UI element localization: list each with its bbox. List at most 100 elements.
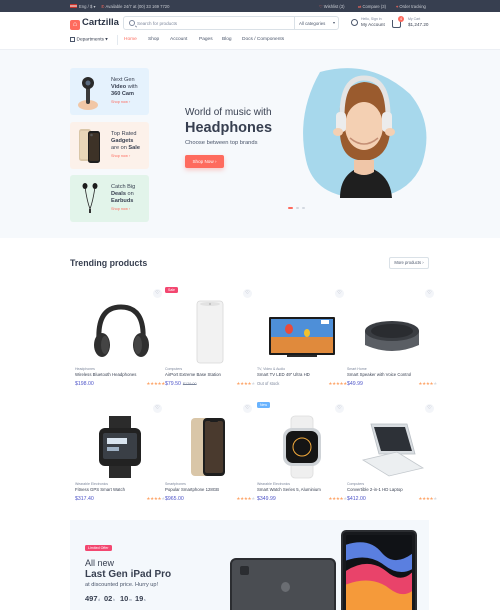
menu-item-home[interactable]: Home	[124, 37, 137, 42]
product-card[interactable]: ♡ Wearable Electronics Fitness GPS Smart…	[75, 402, 165, 514]
speaker-product-image	[365, 321, 419, 351]
promo-shop-link[interactable]: Shop now ›	[111, 207, 130, 211]
product-card[interactable]: Sale ♡ Computers AirPort Extreme Base St…	[165, 287, 255, 399]
section-title-trending: Trending products	[70, 258, 148, 268]
rating-stars: ★★★★★	[146, 381, 165, 386]
category-select[interactable]: All categories ▾	[294, 17, 339, 29]
new-badge: New	[257, 402, 271, 408]
rating-stars: ★★★★★	[418, 381, 437, 386]
user-icon	[351, 19, 358, 26]
limited-offer-badge: Limited Offer	[85, 545, 112, 551]
ipad-screen-art	[346, 535, 412, 610]
menu-item-account[interactable]: Account	[170, 37, 187, 42]
phones-image	[79, 129, 100, 163]
earbuds-image	[82, 183, 98, 213]
cam-image	[78, 77, 98, 110]
topbar: Eng / $ ▾ ✆Available 24/7 at (00) 33 169…	[0, 0, 500, 12]
apple-watch-product-image	[283, 415, 321, 479]
location-icon: ⌖	[396, 3, 399, 9]
support-info: ✆Available 24/7 at (00) 33 169 7720	[101, 3, 170, 9]
main-menu: Departments ▾ Home Shop Account Pages Bl…	[0, 33, 500, 48]
flag-us-icon	[70, 3, 77, 8]
product-price: $317.40	[75, 496, 94, 502]
promo-shop-link[interactable]: Shop now ›	[111, 154, 130, 158]
departments-dropdown[interactable]: Departments ▾	[70, 37, 108, 43]
product-price: $49.99	[347, 381, 363, 387]
menu-item-docs[interactable]: Docs / Components	[242, 37, 284, 42]
product-name[interactable]: Wireless Bluetooth Headphones	[75, 372, 136, 377]
menu-item-blog[interactable]: Blog	[222, 37, 232, 42]
countdown-days: 497d	[85, 594, 101, 603]
countdown-seconds: 19s	[135, 594, 146, 603]
rating-stars: ★★★★★	[328, 496, 347, 501]
product-card[interactable]: ♡ Computers Convertible 2-in-1 HD Laptop…	[347, 402, 437, 514]
router-product-image	[196, 300, 224, 364]
watch-product-image	[99, 416, 141, 478]
hero-headphones-image	[303, 68, 427, 198]
product-price: $412.00	[347, 496, 366, 502]
carousel-dot[interactable]	[288, 207, 293, 209]
promo-shop-link[interactable]: Shop now ›	[111, 100, 130, 104]
rating-stars: ★★★★★	[418, 496, 437, 501]
carousel-dot[interactable]	[296, 207, 299, 209]
smartphone-product-image	[191, 418, 225, 476]
product-name[interactable]: Smart Speaker with Voice Control	[347, 372, 411, 377]
product-price: $198.00	[75, 381, 94, 387]
grid-icon	[70, 37, 75, 42]
product-name[interactable]: Popular Smartphone 128GB	[165, 487, 219, 492]
chevron-down-icon: ▾	[332, 20, 335, 25]
product-card[interactable]: New ♡ Wearable Electronics Smart Watch S…	[257, 402, 347, 514]
topbar-wishlist-link[interactable]: ♡Wishlist (3)	[319, 4, 344, 9]
rating-stars: ★★★★★	[236, 496, 255, 501]
product-name[interactable]: Smart Watch Series 5, Aluminium	[257, 487, 321, 492]
rating-stars: ★★★★★	[328, 381, 347, 386]
product-card[interactable]: ♡ Smart Home Smart Speaker with Voice Co…	[347, 287, 437, 399]
headphones-product-image	[94, 304, 149, 357]
search-input[interactable]	[137, 19, 287, 28]
product-card[interactable]: ♡ Smartphones Popular Smartphone 128GB $…	[165, 402, 255, 514]
product-card[interactable]: ♡ Headphones Wireless Bluetooth Headphon…	[75, 287, 165, 399]
compare-icon: ⇄	[358, 3, 362, 9]
countdown-hours: 02h	[104, 594, 115, 603]
promo-card-earbuds[interactable]: Catch Big Deals on Earbuds Shop now ›	[70, 175, 149, 222]
stock-status: Out of stock	[257, 381, 280, 386]
brand-logo[interactable]: ⌂ Cartzilla	[70, 17, 119, 30]
phone-icon: ✆	[101, 3, 105, 9]
hero-subtitle: World of music with	[185, 107, 272, 118]
promo-card-360-cam[interactable]: Next Gen Video with 360 Cam Shop now ›	[70, 68, 149, 115]
countdown-minutes: 10m	[120, 594, 132, 603]
product-card[interactable]: ♡ TV, Video & Audio Smart TV LED 49" Ult…	[257, 287, 347, 399]
heart-icon: ♡	[319, 3, 323, 9]
promo-card-gadgets[interactable]: Top Rated Gadgets are on Sale Shop now ›	[70, 122, 149, 169]
product-price: $965.00	[165, 496, 184, 502]
more-products-button[interactable]: More products ›	[389, 257, 429, 269]
search-bar: All categories▾	[123, 16, 339, 30]
rating-stars: ★★★★★	[146, 496, 165, 501]
rating-stars: ★★★★★	[236, 381, 255, 386]
tv-product-image	[269, 317, 335, 357]
topbar-order-tracking-link[interactable]: ⌖Order tracking	[396, 4, 426, 9]
product-name[interactable]: Fitness GPS Smart Watch	[75, 487, 125, 492]
apple-logo-icon	[281, 582, 290, 592]
product-name[interactable]: AirPort Extreme Base Station	[165, 372, 221, 377]
ipad-back-image	[230, 558, 336, 610]
language-currency-switcher[interactable]: Eng / $ ▾	[70, 3, 96, 9]
laptop-product-image	[361, 423, 425, 477]
ipad-front-image	[341, 530, 417, 610]
banner-title: Last Gen iPad Pro	[85, 569, 172, 580]
product-price: $349.99	[257, 496, 276, 502]
product-price: $79.50 $129.00	[165, 381, 197, 387]
topbar-compare-link[interactable]: ⇄Compare (3)	[358, 4, 386, 9]
sale-badge: Sale	[165, 287, 179, 293]
menu-item-shop[interactable]: Shop	[148, 37, 159, 42]
product-name[interactable]: Convertible 2-in-1 HD Laptop	[347, 487, 403, 492]
hero-shop-now-button[interactable]: Shop Now ›	[185, 155, 224, 168]
menu-item-pages[interactable]: Pages	[199, 37, 213, 42]
product-name[interactable]: Smart TV LED 49" Ultra HD	[257, 372, 310, 377]
navbar: ⌂Cartzilla All categories▾ Hello, Sign i…	[0, 12, 500, 50]
hero-caption: Choose between top brands	[185, 140, 258, 146]
menu-divider	[117, 35, 118, 45]
cart-logo-icon: ⌂	[70, 20, 80, 30]
carousel-dot[interactable]	[302, 207, 305, 209]
hero-title: Headphones	[185, 120, 273, 136]
